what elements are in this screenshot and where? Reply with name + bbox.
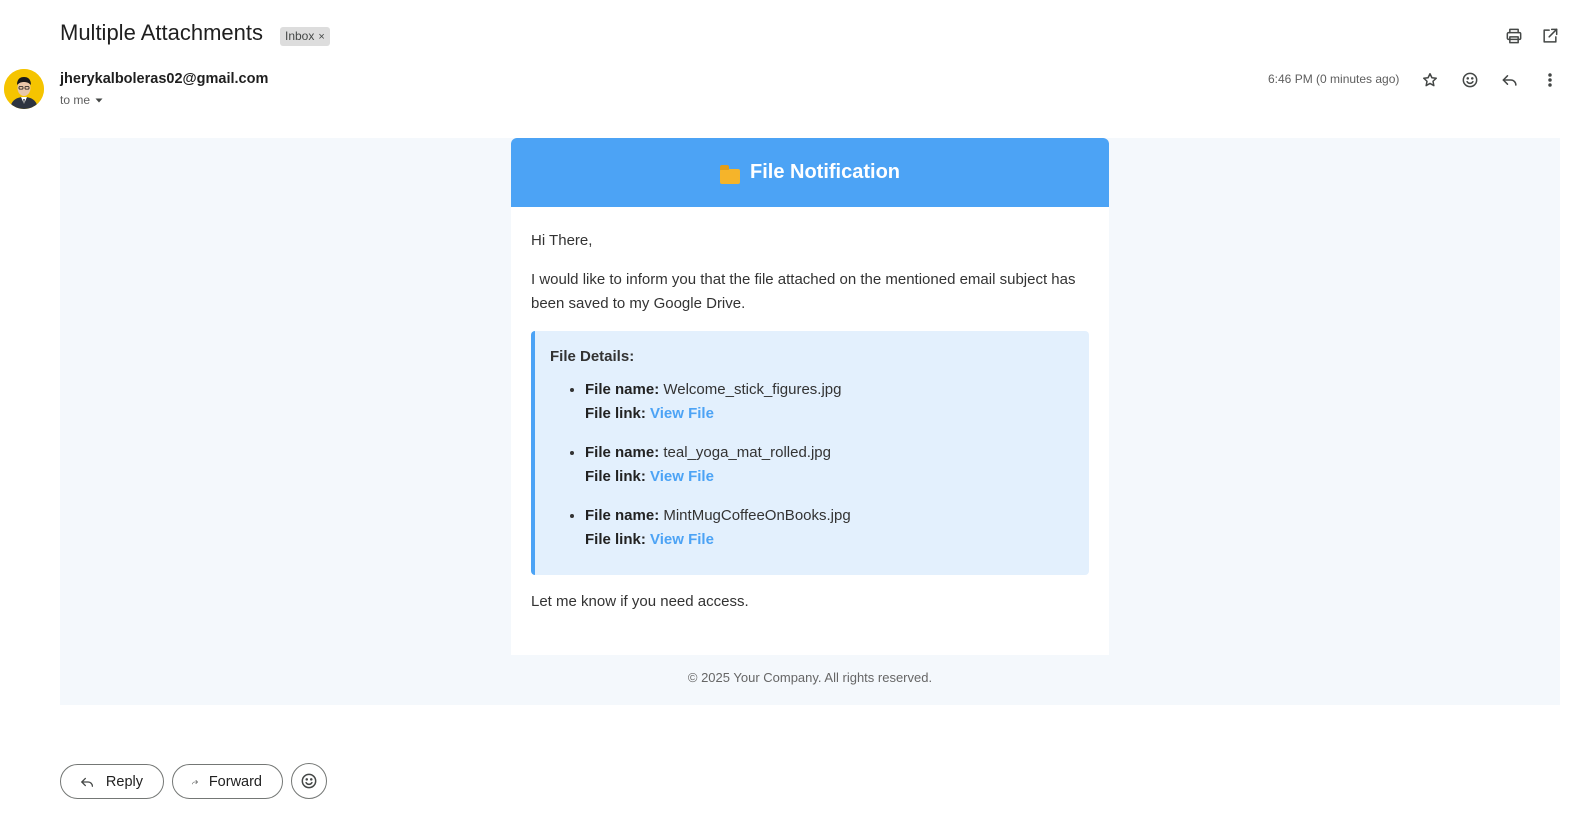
- reply-button-label: Reply: [105, 773, 143, 790]
- open-in-new-window-icon[interactable]: [1538, 24, 1562, 48]
- emoji-icon[interactable]: [1458, 68, 1482, 92]
- file-link-label: File link:: [585, 531, 646, 548]
- recipient-label: to me: [60, 93, 91, 107]
- emoji-icon: [301, 773, 317, 789]
- greeting-text: Hi There,: [531, 232, 593, 249]
- file-details-box: File Details: File name: Welcome_stick_f…: [531, 331, 1089, 575]
- label-chip-text: Inbox: [285, 29, 315, 43]
- avatar-portrait-icon: [4, 69, 44, 109]
- view-file-link[interactable]: View File: [650, 405, 714, 422]
- received-time: 6:46 PM (0 minutes ago): [1268, 72, 1400, 86]
- file-link-label: File link:: [585, 405, 646, 422]
- file-name-label: File name:: [585, 507, 660, 524]
- file-name: Welcome_stick_figures.jpg: [663, 381, 842, 398]
- intro-text: I would like to inform you that the file…: [531, 271, 1076, 312]
- email-subject: Multiple Attachments: [60, 20, 263, 45]
- more-vert-icon[interactable]: [1538, 68, 1562, 92]
- sender-email: jherykalboleras02@gmail.com: [60, 71, 269, 87]
- file-name-label: File name:: [585, 444, 660, 461]
- reply-button[interactable]: Reply: [60, 764, 164, 799]
- file-list-item: File name: teal_yoga_mat_rolled.jpg File…: [585, 441, 1073, 489]
- remove-label-icon[interactable]: ×: [318, 31, 324, 43]
- star-icon[interactable]: [1418, 68, 1442, 92]
- file-list-item: File name: Welcome_stick_figures.jpg Fil…: [585, 378, 1073, 426]
- reply-icon: [81, 777, 94, 787]
- email-card-title: File Notification: [750, 161, 900, 183]
- file-link-label: File link:: [585, 468, 646, 485]
- forward-button[interactable]: Forward: [172, 764, 283, 799]
- closing-text: Let me know if you need access.: [531, 593, 749, 610]
- email-card-body: Hi There, I would like to inform you tha…: [511, 207, 1109, 614]
- view-file-link[interactable]: View File: [650, 468, 714, 485]
- email-card: File Notification Hi There, I would like…: [511, 138, 1109, 655]
- sender-avatar[interactable]: [4, 69, 44, 109]
- recipient-details-toggle[interactable]: to me: [60, 93, 104, 107]
- reply-icon[interactable]: [1498, 68, 1522, 92]
- emoji-reaction-button[interactable]: [291, 763, 327, 799]
- file-name: teal_yoga_mat_rolled.jpg: [663, 444, 831, 461]
- inbox-label-chip[interactable]: Inbox ×: [280, 27, 330, 46]
- file-name: MintMugCoffeeOnBooks.jpg: [663, 507, 851, 524]
- file-list: File name: Welcome_stick_figures.jpg Fil…: [550, 378, 1073, 552]
- file-list-item: File name: MintMugCoffeeOnBooks.jpg File…: [585, 504, 1073, 552]
- forward-button-label: Forward: [208, 773, 262, 790]
- file-name-label: File name:: [585, 381, 660, 398]
- caret-down-icon: [95, 98, 103, 103]
- file-details-title: File Details:: [550, 348, 635, 365]
- email-card-header: File Notification: [511, 138, 1109, 207]
- view-file-link[interactable]: View File: [650, 531, 714, 548]
- print-icon[interactable]: [1502, 24, 1526, 48]
- forward-icon: [192, 779, 198, 784]
- email-footer: © 2025 Your Company. All rights reserved…: [687, 670, 933, 685]
- folder-icon: [720, 165, 740, 184]
